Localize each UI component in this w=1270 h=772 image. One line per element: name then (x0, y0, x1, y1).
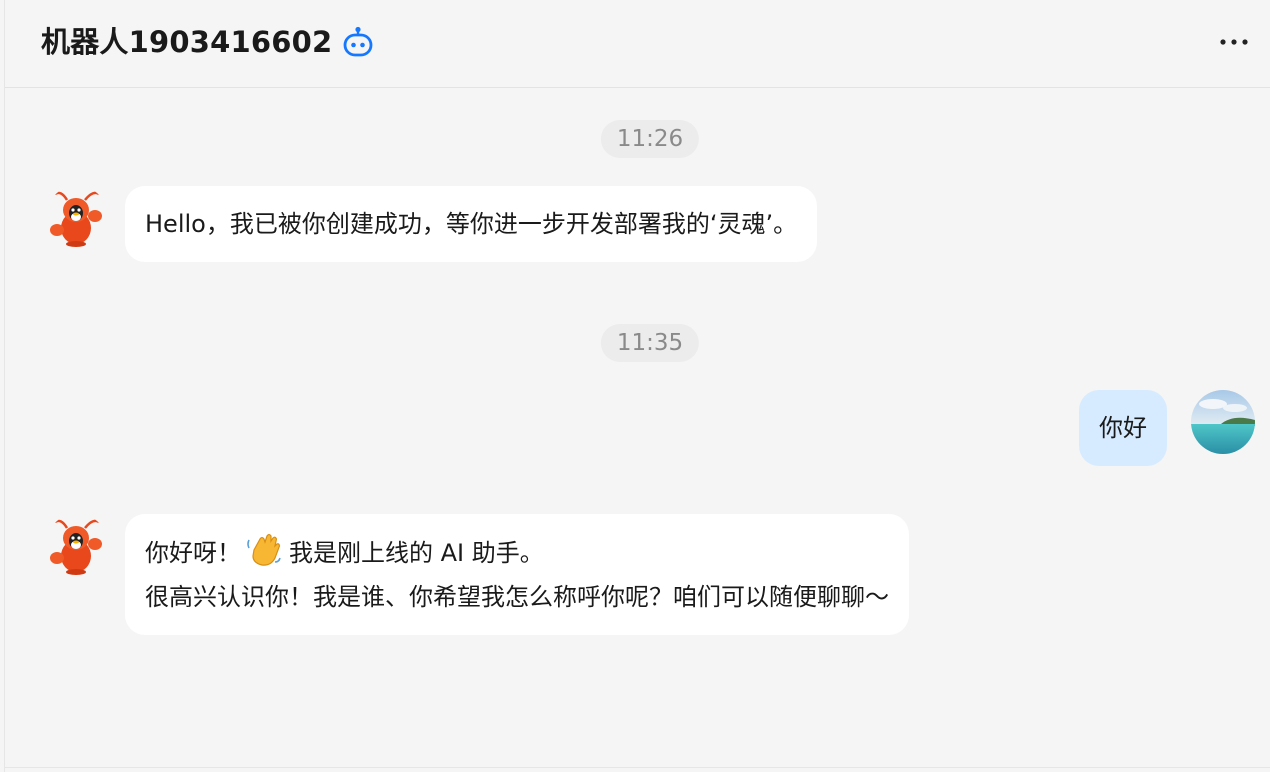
bot-message-bubble[interactable]: 你好呀！ 我是刚上线的 AI 助手。 很高兴认识你！我是谁、你希望我怎么称呼你呢… (125, 514, 909, 635)
user-avatar[interactable] (1191, 390, 1255, 454)
lobster-mascot-icon (45, 514, 109, 578)
message-text: 你好呀！ (145, 539, 241, 567)
message-text: 你好 (1099, 414, 1147, 442)
message-text: 很高兴认识你！我是谁、你希望我怎么称呼你呢？咱们可以随便聊聊～ (145, 583, 889, 611)
seascape-avatar (1191, 390, 1255, 454)
input-divider (5, 767, 1270, 768)
robot-icon[interactable] (341, 25, 375, 59)
chat-header: 机器人1903416602 (5, 0, 1270, 88)
timestamp: 11:26 (600, 120, 700, 158)
more-options-button[interactable] (1214, 26, 1254, 58)
timestamp: 11:35 (600, 324, 700, 362)
bot-avatar[interactable] (45, 186, 109, 250)
waving-hand-emoji (247, 533, 281, 566)
chat-title: 机器人1903416602 (41, 25, 333, 59)
bot-message-bubble[interactable]: Hello，我已被你创建成功，等你进一步开发部署我的‘灵魂’。 (125, 186, 818, 262)
bot-avatar[interactable] (45, 514, 109, 578)
more-horizontal-icon (1220, 39, 1248, 45)
message-text: Hello，我已被你创建成功，等你进一步开发部署我的‘灵魂’。 (145, 210, 798, 238)
chat-window: 机器人1903416602 11:26 Hello，我已被你创建成功，等你进一步… (4, 0, 1270, 772)
lobster-mascot-icon (45, 186, 109, 250)
user-message-bubble[interactable]: 你好 (1079, 390, 1167, 466)
message-text: 我是刚上线的 AI 助手。 (289, 539, 544, 567)
message-line: 你好呀！ 我是刚上线的 AI 助手。 (145, 530, 889, 575)
